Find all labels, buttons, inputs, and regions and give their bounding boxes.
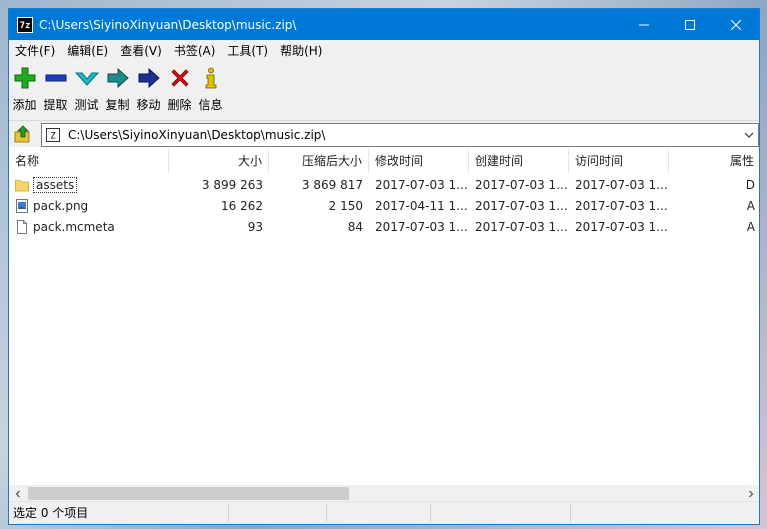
test-label: 测试 [74, 98, 99, 112]
scroll-right-button[interactable] [742, 485, 759, 502]
title-bar[interactable]: 7z C:\Users\SiyinoXinyuan\Desktop\music.… [9, 9, 759, 40]
chevron-left-icon [15, 490, 20, 497]
chevron-down-icon[interactable] [742, 128, 756, 142]
extract-button[interactable]: 提取 [40, 61, 71, 113]
file-size: 93 [247, 219, 263, 234]
folder-icon [15, 179, 29, 191]
delete-x-icon [170, 69, 189, 87]
menu-edit[interactable]: 编辑(E) [61, 42, 114, 59]
horizontal-scrollbar[interactable] [9, 485, 759, 502]
menu-view[interactable]: 查看(V) [114, 42, 168, 59]
column-packed-size[interactable]: 压缩后大小 [269, 149, 369, 173]
address-path: C:\Users\SiyinoXinyuan\Desktop\music.zip… [68, 128, 326, 142]
file-name: pack.mcmeta [33, 219, 115, 234]
column-size[interactable]: 大小 [169, 149, 269, 173]
close-button[interactable] [713, 9, 759, 40]
file-created: 2017-07-03 1... [475, 219, 568, 234]
delete-label: 删除 [167, 98, 192, 112]
move-arrow-icon [138, 67, 160, 89]
column-accessed[interactable]: 访问时间 [569, 149, 669, 173]
image-file-icon [16, 198, 28, 213]
file-attributes: D [745, 177, 755, 192]
address-bar: Z C:\Users\SiyinoXinyuan\Desktop\music.z… [9, 121, 759, 147]
menu-help[interactable]: 帮助(H) [274, 42, 328, 59]
file-size: 16 262 [221, 198, 263, 213]
test-button[interactable]: 测试 [71, 61, 102, 113]
table-row[interactable]: pack.png 16 262 2 150 2017-04-11 1... 20… [9, 195, 759, 216]
check-chevron-icon [74, 72, 99, 86]
maximize-button[interactable] [667, 9, 713, 40]
file-name: pack.png [33, 198, 89, 213]
move-button[interactable]: 移动 [133, 61, 164, 113]
copy-label: 复制 [105, 98, 130, 112]
file-accessed: 2017-07-03 1... [575, 219, 668, 234]
file-attributes: A [746, 219, 755, 234]
7zip-window: 7z C:\Users\SiyinoXinyuan\Desktop\music.… [8, 8, 760, 525]
file-packed-size: 3 869 817 [301, 177, 363, 192]
chevron-right-icon [748, 490, 753, 497]
minimize-icon [639, 24, 649, 25]
scroll-thumb[interactable] [28, 487, 349, 500]
plus-icon [14, 67, 35, 89]
file-packed-size: 2 150 [328, 198, 363, 213]
add-button[interactable]: 添加 [9, 61, 40, 113]
file-list[interactable]: 名称 大小 压缩后大小 修改时间 创建时间 访问时间 属性 assets 3 8… [9, 149, 759, 489]
close-icon [731, 19, 741, 30]
menu-file[interactable]: 文件(F) [9, 42, 61, 59]
add-label: 添加 [12, 98, 37, 112]
window-title: C:\Users\SiyinoXinyuan\Desktop\music.zip… [39, 17, 297, 32]
table-row[interactable]: assets 3 899 263 3 869 817 2017-07-03 1.… [9, 174, 759, 195]
menu-bar: 文件(F) 编辑(E) 查看(V) 书签(A) 工具(T) 帮助(H) [9, 40, 759, 61]
column-attributes[interactable]: 属性 [669, 149, 759, 173]
menu-bookmarks[interactable]: 书签(A) [168, 42, 222, 59]
up-folder-button[interactable] [9, 121, 37, 147]
copy-button[interactable]: 复制 [102, 61, 133, 113]
file-created: 2017-07-03 1... [475, 198, 568, 213]
extract-label: 提取 [43, 98, 68, 112]
file-modified: 2017-07-03 1... [375, 219, 468, 234]
file-created: 2017-07-03 1... [475, 177, 568, 192]
7zip-app-icon: 7z [17, 16, 33, 33]
move-label: 移动 [136, 98, 161, 112]
delete-button[interactable]: 删除 [164, 61, 195, 113]
minus-icon [45, 74, 66, 82]
up-folder-icon [14, 125, 30, 143]
minimize-button[interactable] [621, 9, 667, 40]
zip-archive-icon: Z [46, 128, 60, 142]
scroll-left-button[interactable] [9, 485, 26, 502]
status-segment [327, 504, 431, 522]
file-modified: 2017-04-11 1... [375, 198, 468, 213]
info-icon [205, 67, 216, 89]
file-size: 3 899 263 [201, 177, 263, 192]
file-attributes: A [746, 198, 755, 213]
status-segment [571, 504, 751, 522]
info-label: 信息 [198, 98, 223, 112]
maximize-icon [685, 19, 695, 30]
file-accessed: 2017-07-03 1... [575, 177, 668, 192]
toolbar: 添加 提取 测试 复制 移动 删除 信息 [9, 61, 759, 121]
menu-tools[interactable]: 工具(T) [221, 42, 274, 59]
column-modified[interactable]: 修改时间 [369, 149, 469, 173]
svg-text:Z: Z [50, 132, 56, 142]
column-name[interactable]: 名称 [9, 149, 169, 173]
file-name: assets [33, 176, 78, 193]
status-bar: 选定 0 个项目 [9, 501, 759, 524]
info-button[interactable]: 信息 [195, 61, 226, 113]
file-accessed: 2017-07-03 1... [575, 198, 668, 213]
column-created[interactable]: 创建时间 [469, 149, 569, 173]
address-field[interactable]: Z C:\Users\SiyinoXinyuan\Desktop\music.z… [41, 123, 759, 147]
file-icon [17, 219, 27, 234]
table-row[interactable]: pack.mcmeta 93 84 2017-07-03 1... 2017-0… [9, 216, 759, 237]
status-segment [431, 504, 571, 522]
copy-arrow-icon [107, 67, 129, 89]
file-modified: 2017-07-03 1... [375, 177, 468, 192]
status-selected: 选定 0 个项目 [13, 506, 89, 520]
list-header: 名称 大小 压缩后大小 修改时间 创建时间 访问时间 属性 [9, 149, 759, 173]
file-packed-size: 84 [347, 219, 363, 234]
status-segment [229, 504, 327, 522]
